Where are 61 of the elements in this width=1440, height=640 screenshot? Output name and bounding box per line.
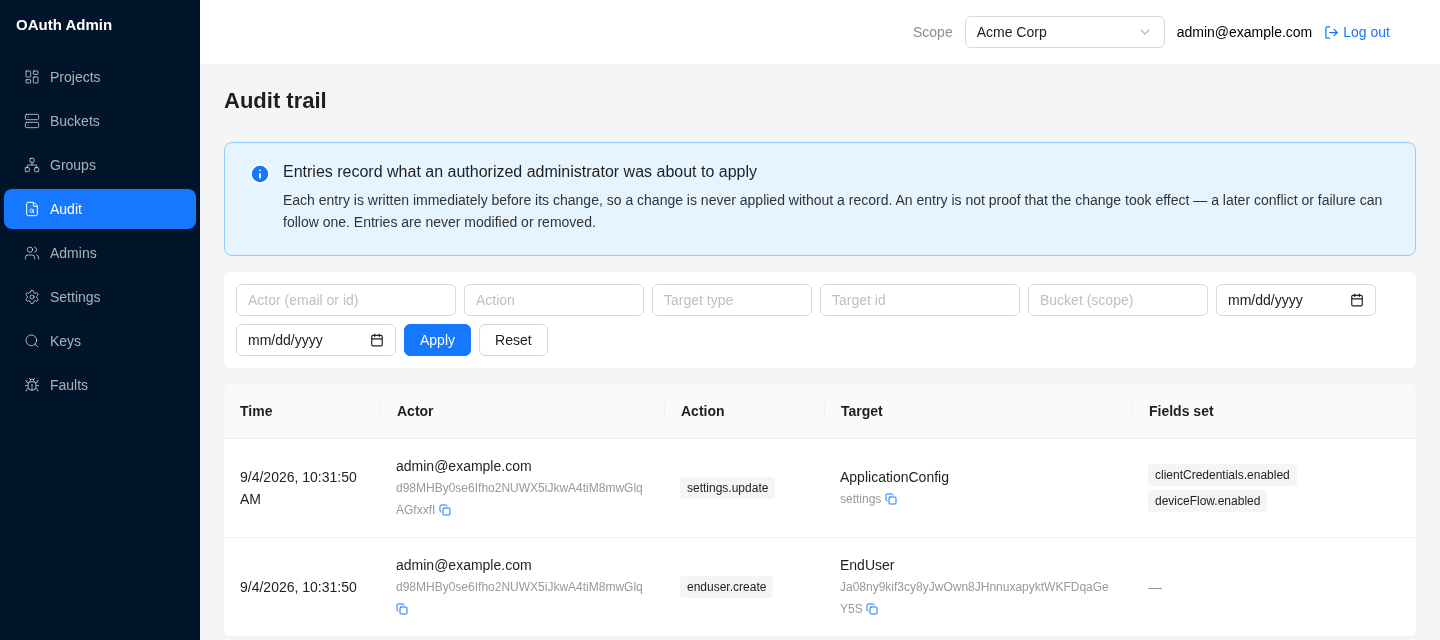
apply-button[interactable]: Apply — [404, 324, 472, 356]
alert-title: Entries record what an authorized administrator was about to apply — [283, 163, 759, 181]
server-icon — [24, 113, 40, 129]
scope-label: Scope — [912, 24, 953, 40]
target-id: Ja08ny9kif3cy8yJwOwn8JHnnuxapyktWKFDqaGeY5S — [840, 579, 1110, 618]
users-icon — [24, 245, 40, 261]
field-tag: clientCredentials.enabled — [1148, 464, 1297, 486]
nav-item[interactable]: Keys — [4, 321, 196, 361]
copy-icon[interactable] — [884, 493, 897, 505]
column-header: Fields set — [1132, 403, 1416, 419]
date-field[interactable]: mm/dd/yyyy — [236, 324, 396, 356]
actor-email: admin@example.com — [396, 556, 533, 575]
search-icon — [24, 333, 40, 349]
filter-input[interactable]: Actor (email or id) — [236, 284, 456, 316]
logout-link[interactable]: Log out — [1324, 24, 1390, 40]
bug-icon — [24, 377, 40, 393]
column-header: Time — [239, 403, 274, 419]
column-header: Target — [824, 403, 1132, 419]
nav-item[interactable]: Audit — [4, 189, 196, 229]
user-email: admin@example.com — [1176, 24, 1313, 40]
nav-item[interactable]: Faults — [4, 365, 196, 405]
actor-id: d98MHBy0se6Ifho2NUWX5iJkwA4tiM8mwGlq — [396, 576, 648, 620]
action-tag: enduser.create — [680, 576, 774, 598]
alert-text: Each entry is written immediately before its change, so a change is never applied without a record. An entry is not proof that the change took effect — a later conflict or failure can follow one. Entries are never modified or removed. — [283, 191, 1384, 232]
field-tag: deviceFlow.enabled — [1148, 490, 1268, 512]
column-header: Action — [664, 403, 824, 419]
filter-input[interactable]: Bucket (scope) — [1028, 284, 1208, 316]
column-header: Actor — [380, 403, 664, 419]
page-title: Audit trail — [224, 88, 328, 114]
settings-icon — [24, 289, 40, 305]
empty-dash: — — [1148, 579, 1162, 595]
info-icon — [249, 163, 271, 185]
app-title: OAuth Admin — [15, 15, 114, 35]
time-cell-text: 9/4/2026, 10:31:50 — [239, 578, 358, 597]
scope-select[interactable]: Acme Corp — [964, 16, 1165, 48]
calendar-icon — [1350, 293, 1364, 307]
actor-email: admin@example.com — [396, 457, 533, 476]
hierarchy-icon — [24, 157, 40, 173]
target-type: EndUser — [840, 556, 896, 575]
nav-item[interactable]: Projects — [4, 57, 196, 97]
filter-input[interactable]: Target type — [652, 284, 812, 316]
reset-button[interactable]: Reset — [479, 324, 548, 356]
nav-item[interactable]: Groups — [4, 145, 196, 185]
nav-item[interactable]: Buckets — [4, 101, 196, 141]
filter-input[interactable]: Target id — [820, 284, 1020, 316]
copy-icon[interactable] — [396, 603, 408, 615]
target-type: ApplicationConfig — [840, 468, 950, 487]
copy-icon[interactable] — [438, 504, 451, 516]
document-search-icon — [24, 201, 40, 217]
nav-item[interactable]: Admins — [4, 233, 196, 273]
action-tag: settings.update — [680, 477, 776, 499]
copy-icon[interactable] — [866, 603, 879, 615]
board-icon — [24, 69, 40, 85]
date-field[interactable]: mm/dd/yyyy — [1216, 284, 1376, 316]
actor-id: d98MHBy0se6Ifho2NUWX5iJkwA4tiM8mwGlqAGfxxfI — [396, 480, 644, 519]
nav-item[interactable]: Settings — [4, 277, 196, 317]
target-id: settings — [840, 488, 1116, 510]
calendar-icon — [370, 333, 384, 347]
time-cell-text: 9/4/2026, 10:31:50 AM — [239, 468, 358, 509]
filter-input[interactable]: Action — [464, 284, 644, 316]
logout-icon — [1324, 24, 1340, 40]
